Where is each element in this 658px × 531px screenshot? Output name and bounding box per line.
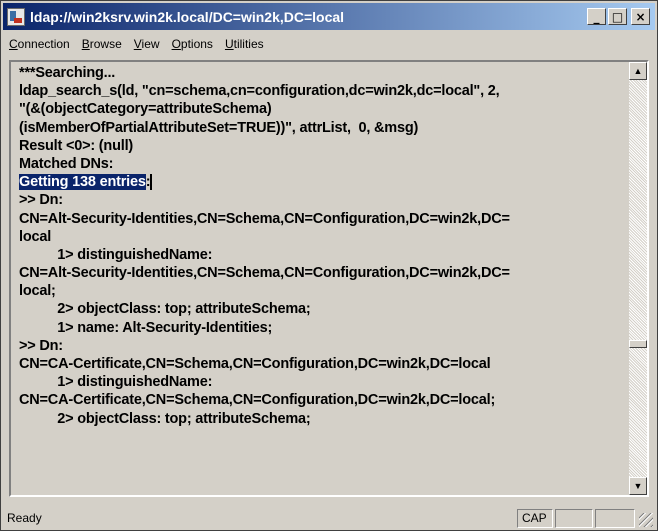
output-line: 1> name: Alt-Security-Identities; bbox=[19, 319, 273, 336]
output-pane[interactable]: ***Searching... ldap_search_s(ld, "cn=sch… bbox=[9, 60, 649, 497]
title-bar[interactable]: ldap://win2ksrv.win2k.local/DC=win2k,DC=… bbox=[3, 3, 655, 30]
caps-lock-indicator: CAP bbox=[517, 509, 553, 528]
output-line: 2> objectClass: top; attributeSchema; bbox=[19, 301, 311, 318]
menu-options[interactable]: Options bbox=[172, 37, 213, 51]
output-line: ldap_search_s(ld, "cn=schema,cn=configur… bbox=[19, 83, 500, 100]
close-button[interactable]: × bbox=[631, 8, 650, 25]
maximize-button[interactable]: □ bbox=[608, 8, 627, 25]
menu-view[interactable]: View bbox=[134, 37, 160, 51]
output-line: Getting 138 entries: bbox=[19, 173, 623, 191]
text-caret: : bbox=[145, 174, 153, 191]
scrollbar-thumb[interactable] bbox=[629, 340, 647, 348]
vertical-scrollbar[interactable]: ▲ ▼ bbox=[629, 62, 647, 495]
output-line: >> Dn: bbox=[19, 192, 63, 209]
output-line: CN=Alt-Security-Identities,CN=Schema,CN=… bbox=[19, 265, 510, 282]
num-lock-indicator bbox=[555, 509, 593, 528]
minimize-button[interactable]: _ bbox=[587, 8, 606, 25]
output-line: 2> objectClass: top; attributeSchema; bbox=[19, 410, 311, 427]
window-title: ldap://win2ksrv.win2k.local/DC=win2k,DC=… bbox=[30, 8, 345, 25]
output-line: ***Searching... bbox=[19, 65, 116, 81]
output-line: CN=CA-Certificate,CN=Schema,CN=Configura… bbox=[19, 356, 491, 372]
menu-browse[interactable]: Browse bbox=[82, 37, 122, 51]
scroll-up-arrow-icon[interactable]: ▲ bbox=[629, 62, 647, 80]
selected-text: Getting 138 entries bbox=[19, 174, 146, 191]
ldp-window: ldap://win2ksrv.win2k.local/DC=win2k,DC=… bbox=[0, 0, 658, 531]
ldp-app-icon[interactable] bbox=[7, 7, 25, 26]
output-line: local; bbox=[19, 283, 56, 300]
output-line: 1> distinguishedName: bbox=[19, 374, 213, 391]
scroll-down-arrow-icon[interactable]: ▼ bbox=[629, 477, 647, 495]
output-line: "(&(objectCategory=attributeSchema) bbox=[19, 101, 272, 118]
output-line: Matched DNs: bbox=[19, 155, 114, 172]
menu-utilities[interactable]: Utilities bbox=[225, 37, 264, 51]
menu-bar: Connection Browse View Options Utilities bbox=[3, 32, 655, 56]
scroll-lock-indicator bbox=[595, 509, 635, 528]
output-line: (isMemberOfPartialAttributeSet=TRUE))", … bbox=[19, 119, 419, 136]
output-line: 1> distinguishedName: bbox=[19, 246, 213, 263]
resize-grip-icon[interactable] bbox=[639, 513, 653, 527]
output-line: CN=Alt-Security-Identities,CN=Schema,CN=… bbox=[19, 210, 510, 227]
menu-connection[interactable]: Connection bbox=[9, 37, 70, 51]
status-text: Ready bbox=[7, 511, 42, 525]
output-line: >> Dn: bbox=[19, 337, 63, 354]
status-bar: Ready CAP bbox=[3, 507, 655, 529]
output-line: Result <0>: (null) bbox=[19, 137, 134, 154]
output-line: CN=CA-Certificate,CN=Schema,CN=Configura… bbox=[19, 392, 496, 409]
output-text[interactable]: ***Searching... ldap_search_s(ld, "cn=sch… bbox=[19, 64, 623, 493]
output-line: local bbox=[19, 228, 52, 245]
